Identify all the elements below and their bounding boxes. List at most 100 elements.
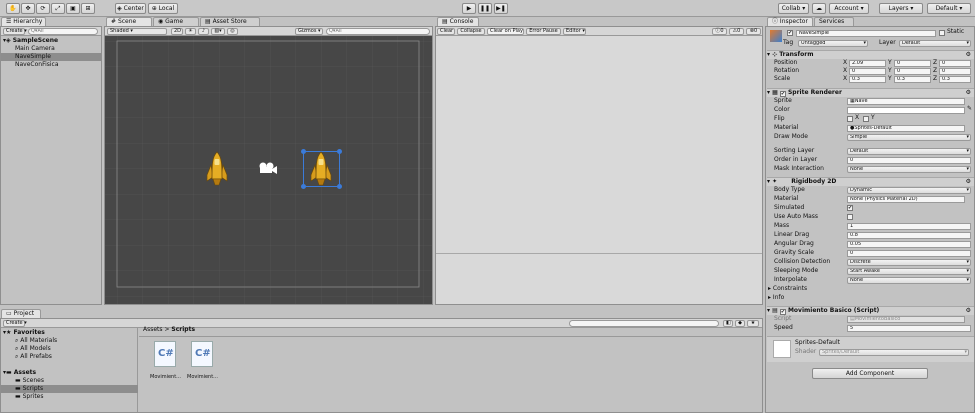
order-in-layer-field[interactable]: 0 bbox=[847, 157, 971, 164]
position-z-field[interactable]: 0 bbox=[939, 60, 971, 67]
hidden-objects-toggle[interactable]: ◎ bbox=[227, 28, 238, 35]
speed-field[interactable]: 5 bbox=[847, 325, 971, 332]
scene-search-input[interactable]: Q▾All bbox=[326, 28, 430, 35]
pivot-center-button[interactable]: ◈ Center bbox=[115, 3, 146, 14]
position-x-field[interactable]: 2.09 bbox=[849, 60, 886, 67]
console-clear-button[interactable]: Clear bbox=[437, 28, 455, 35]
scale-x-field[interactable]: 0.3 bbox=[849, 76, 886, 83]
tab-hierarchy[interactable]: ☰ Hierarchy bbox=[1, 17, 46, 26]
info-foldout[interactable]: ▸ Info bbox=[768, 294, 784, 302]
sprite-renderer-header[interactable]: ▾ ▦ ✔ Sprite Renderer ⚙ bbox=[767, 88, 974, 97]
folder-scenes[interactable]: ▬ Scenes bbox=[1, 377, 138, 385]
static-checkbox[interactable] bbox=[939, 30, 945, 36]
layout-dropdown[interactable]: Default ▾ bbox=[927, 3, 971, 14]
scene-view-panel[interactable]: Shaded ▾ 2D ☀ ♪ ▧▾ ◎ Gizmos ▾ Q▾All bbox=[104, 26, 433, 305]
folder-scripts[interactable]: ▬ Scripts bbox=[1, 385, 138, 393]
constraints-foldout[interactable]: ▸ Constraints bbox=[768, 285, 807, 293]
sorting-layer-dropdown[interactable]: Default bbox=[847, 148, 971, 155]
body-type-dropdown[interactable]: Dynamic bbox=[847, 187, 971, 194]
tab-console[interactable]: ▤ Console bbox=[437, 17, 479, 26]
console-error-pause-button[interactable]: Error Pause bbox=[526, 28, 561, 35]
project-search-input[interactable] bbox=[569, 320, 719, 327]
tab-asset-store[interactable]: ▤ Asset Store bbox=[200, 17, 260, 26]
rotation-y-field[interactable]: 0 bbox=[894, 68, 931, 75]
tab-scene[interactable]: # Scene bbox=[106, 17, 152, 26]
tab-project[interactable]: ▭ Project bbox=[1, 309, 41, 318]
collab-dropdown[interactable]: Collab ▾ bbox=[778, 3, 809, 14]
hierarchy-search-input[interactable]: Q▾All bbox=[28, 28, 98, 35]
script-component-header[interactable]: ▾ ▤ ✔ Movimiento Basico (Script) ⚙ bbox=[767, 306, 974, 315]
collision-detection-dropdown[interactable]: Discrete bbox=[847, 259, 971, 266]
favorites-section[interactable]: ▾★ Favorites bbox=[3, 329, 45, 337]
transform-tool-button[interactable]: ⊞ bbox=[81, 3, 95, 14]
sprite-field[interactable]: ▦Nave bbox=[847, 98, 965, 105]
space-local-button[interactable]: ⊕ Local bbox=[148, 3, 178, 14]
layers-dropdown[interactable]: Layers ▾ bbox=[879, 3, 923, 14]
draw-mode-dropdown[interactable]: Simple bbox=[847, 134, 971, 141]
linear-drag-field[interactable]: 0.8 bbox=[847, 232, 971, 239]
pause-button[interactable]: ❚❚ bbox=[478, 3, 492, 14]
sleeping-mode-dropdown[interactable]: Start Awake bbox=[847, 268, 971, 275]
rb-material-field[interactable]: None (Physics Material 2D) bbox=[847, 196, 965, 203]
hierarchy-item-nave-con-fisica[interactable]: NaveConFisica bbox=[1, 61, 101, 69]
layer-dropdown[interactable]: Default bbox=[899, 40, 971, 47]
play-button[interactable]: ▶ bbox=[462, 3, 476, 14]
rotation-x-field[interactable]: 0 bbox=[849, 68, 886, 75]
scale-y-field[interactable]: 0.3 bbox=[894, 76, 931, 83]
favorite-all-models[interactable]: ⌕ All Models bbox=[15, 345, 51, 353]
script-file-2[interactable]: C# Movimient... bbox=[187, 341, 223, 383]
mass-field[interactable]: 1 bbox=[847, 223, 971, 230]
lighting-toggle[interactable]: ☀ bbox=[185, 28, 196, 35]
console-clear-on-play-button[interactable]: Clear on Play bbox=[487, 28, 524, 35]
favorites-star-button[interactable]: ★ bbox=[747, 320, 759, 327]
console-warning-count[interactable]: ⚠0 bbox=[729, 28, 744, 35]
hierarchy-item-nave-simple[interactable]: NaveSimple bbox=[1, 53, 101, 61]
favorite-all-materials[interactable]: ⌕ All Materials bbox=[15, 337, 57, 345]
rigidbody2d-header[interactable]: ▾ ✦ Rigidbody 2D ⚙ bbox=[767, 177, 974, 186]
account-dropdown[interactable]: Account ▾ bbox=[829, 3, 869, 14]
material-field[interactable]: ●Sprites-Default bbox=[847, 125, 965, 132]
flip-y-checkbox[interactable] bbox=[863, 116, 869, 122]
console-collapse-button[interactable]: Collapse bbox=[457, 28, 485, 35]
tab-inspector[interactable]: ⓘ Inspector bbox=[767, 17, 813, 26]
scale-z-field[interactable]: 0.3 bbox=[939, 76, 971, 83]
tab-game[interactable]: ◉ Game bbox=[153, 17, 199, 26]
rotate-tool-button[interactable]: ⟳ bbox=[36, 3, 50, 14]
color-field[interactable] bbox=[847, 107, 965, 114]
cloud-button[interactable]: ☁ bbox=[812, 3, 826, 14]
search-by-type-button[interactable]: ◧ bbox=[723, 320, 733, 327]
console-log-count[interactable]: ⓘ0 bbox=[712, 28, 727, 35]
project-create-dropdown[interactable]: Create ▾ bbox=[3, 320, 27, 327]
breadcrumb-scripts[interactable]: Scripts bbox=[171, 326, 195, 333]
gizmos-dropdown[interactable]: Gizmos ▾ bbox=[295, 28, 323, 35]
tag-dropdown[interactable]: Untagged bbox=[798, 40, 868, 47]
shading-mode-dropdown[interactable]: Shaded ▾ bbox=[107, 28, 167, 35]
script-file-1[interactable]: C# Movimient... bbox=[150, 341, 186, 383]
console-split-divider[interactable] bbox=[436, 253, 762, 254]
object-name-field[interactable]: NaveSimple bbox=[796, 30, 936, 37]
flip-x-checkbox[interactable] bbox=[847, 116, 853, 122]
transform-header[interactable]: ▾ ⊹ Transform ⚙ bbox=[767, 50, 974, 59]
effects-dropdown[interactable]: ▧▾ bbox=[211, 28, 225, 35]
use-auto-mass-checkbox[interactable] bbox=[847, 214, 853, 220]
mode-2d-toggle[interactable]: 2D bbox=[171, 28, 183, 35]
folder-sprites[interactable]: ▬ Sprites bbox=[1, 393, 138, 401]
rotation-z-field[interactable]: 0 bbox=[939, 68, 971, 75]
hand-tool-button[interactable]: ✋ bbox=[6, 3, 20, 14]
tab-services[interactable]: Services bbox=[814, 17, 854, 26]
position-y-field[interactable]: 0 bbox=[894, 60, 931, 67]
nave-con-fisica-sprite[interactable] bbox=[202, 151, 232, 187]
material-preview-section[interactable]: Sprites-Default Shader Sprites/Default bbox=[767, 336, 974, 362]
audio-toggle[interactable]: ♪ bbox=[198, 28, 209, 35]
rect-tool-button[interactable]: ▣ bbox=[66, 3, 80, 14]
add-component-button[interactable]: Add Component bbox=[812, 368, 928, 379]
favorite-all-prefabs[interactable]: ⌕ All Prefabs bbox=[15, 353, 52, 361]
step-button[interactable]: ▶❚ bbox=[494, 3, 508, 14]
hierarchy-create-dropdown[interactable]: Create ▾ bbox=[3, 28, 27, 35]
hierarchy-item-main-camera[interactable]: Main Camera bbox=[1, 45, 101, 53]
breadcrumb-assets[interactable]: Assets bbox=[143, 326, 163, 333]
camera-gizmo-icon[interactable] bbox=[257, 161, 279, 175]
angular-drag-field[interactable]: 0.05 bbox=[847, 241, 971, 248]
scale-tool-button[interactable]: ⤢ bbox=[51, 3, 65, 14]
interpolate-dropdown[interactable]: None bbox=[847, 277, 971, 284]
